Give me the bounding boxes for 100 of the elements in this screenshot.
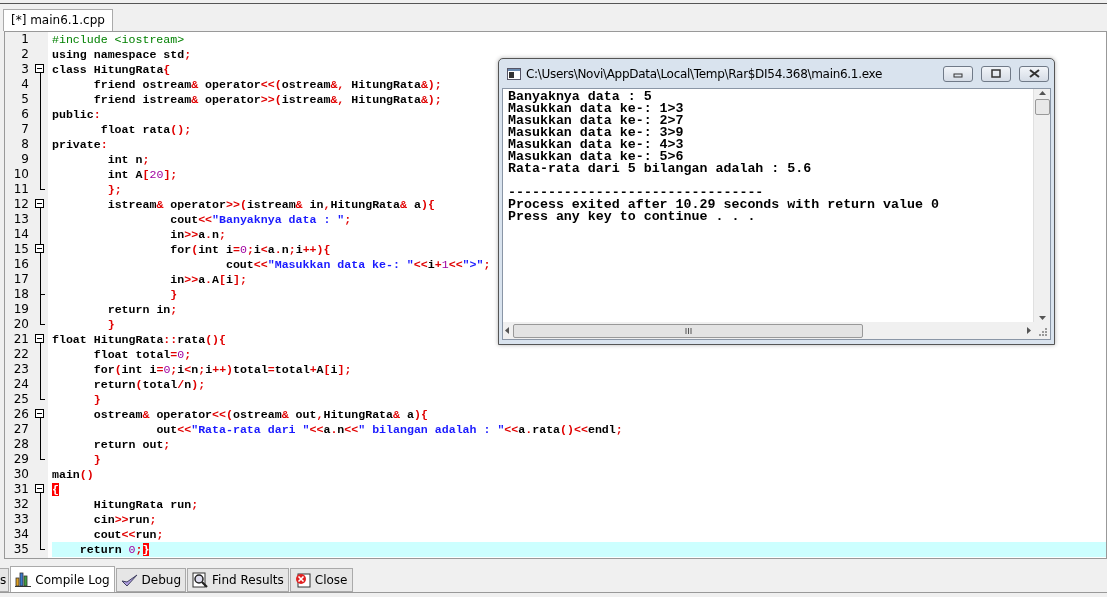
close-button[interactable]	[1019, 65, 1049, 82]
code-line: cout<<"Banyaknya data : ";	[169, 212, 352, 227]
code-line: float total=0;	[92, 347, 192, 362]
line-number: 25	[12, 392, 30, 407]
line-number: 16	[12, 257, 30, 272]
line-number: 35	[12, 542, 30, 557]
scroll-thumb[interactable]	[513, 323, 863, 338]
code-line: friend ostream& operator<<(ostream&, HitungRata&);	[92, 77, 442, 92]
panel-tab[interactable]: Close	[289, 568, 353, 592]
console-app-icon	[507, 67, 521, 80]
line-number: 5	[20, 92, 30, 107]
code-line: cin>>run;	[92, 512, 157, 527]
code-line: for(int i=0;i<n;i++)total=total+A[i];	[92, 362, 352, 377]
console-output-line: Masukkan data ke-: 2>7	[508, 115, 685, 127]
code-line: main()	[52, 467, 94, 482]
code-line: };	[106, 182, 122, 197]
panel-tab[interactable]: Debug	[115, 568, 187, 592]
line-number: 31	[12, 482, 30, 497]
scroll-thumb[interactable]	[1034, 99, 1050, 115]
close-icon	[1028, 69, 1040, 78]
close-icon	[294, 572, 311, 588]
code-line: }	[169, 287, 178, 302]
code-line: #include <iostream>	[52, 32, 185, 47]
code-line: float rata();	[99, 122, 192, 137]
line-number: 21	[12, 332, 30, 347]
console-output-line: Rata-rata dari 5 bilangan adalah : 5.6	[508, 163, 813, 175]
console-output-line: --------------------------------	[508, 187, 764, 199]
console-output-line: Process exited after 10.29 seconds with return value 0	[508, 199, 940, 211]
fold-toggle-icon[interactable]	[35, 484, 44, 493]
maximize-icon	[991, 69, 1001, 78]
line-number: 12	[12, 197, 30, 212]
code-line: return out;	[92, 437, 171, 452]
code-line: public:	[52, 107, 101, 122]
console-output-line: Press any key to continue . . .	[508, 211, 757, 223]
line-number: 11	[12, 182, 30, 197]
line-number: 22	[12, 347, 30, 362]
line-number: 3	[20, 62, 30, 77]
panel-tab[interactable]: Compile Log	[10, 566, 115, 592]
console-output-line: Masukkan data ke-: 3>9	[508, 127, 685, 139]
maximize-button[interactable]	[981, 65, 1011, 82]
line-number: 13	[12, 212, 30, 227]
line-number: 10	[12, 167, 30, 182]
code-line: private:	[52, 137, 108, 152]
line-number: 29	[12, 452, 30, 467]
horizontal-scrollbar[interactable]	[503, 322, 1033, 339]
code-line: in>>a.A[i];	[169, 272, 247, 287]
line-number: 27	[12, 422, 30, 437]
bar-chart-icon	[15, 572, 32, 587]
minimize-button[interactable]	[943, 65, 973, 82]
magnifier-icon	[192, 572, 209, 588]
line-number: 33	[12, 512, 30, 527]
fold-toggle-icon[interactable]	[35, 64, 44, 73]
code-line: istream& operator>>(istream& in,HitungRata& a){	[106, 197, 435, 212]
code-line: int n;	[106, 152, 150, 167]
code-line: for(int i=0;i<a.n;i++){	[169, 242, 331, 257]
code-line: return(total/n);	[92, 377, 206, 392]
code-line: cout<<run;	[92, 527, 164, 542]
fold-toggle-icon[interactable]	[35, 199, 44, 208]
line-number: 6	[20, 107, 30, 122]
fold-toggle-icon[interactable]	[35, 334, 44, 343]
panel-tab[interactable]: Find Results	[187, 568, 289, 592]
console-output-line: Masukkan data ke-: 5>6	[508, 151, 684, 163]
scroll-up-icon[interactable]	[1037, 89, 1047, 97]
line-number: 20	[12, 317, 30, 332]
code-line: class HitungRata{	[52, 62, 171, 77]
window-title: C:\Users\Novi\AppData\Local\Temp\Rar$DI54.368\main6.1.exe	[526, 66, 884, 81]
line-number: 2	[20, 47, 30, 62]
code-line: HitungRata run;	[92, 497, 199, 512]
line-number: 19	[12, 302, 30, 317]
panel-tab[interactable]: s	[0, 568, 10, 592]
code-line: friend istream& operator>>(istream&, HitungRata&);	[92, 92, 442, 107]
code-line: int A[20];	[106, 167, 178, 182]
code-line: cout<<"Masukkan data ke-: "<<i+1<<">";	[224, 257, 491, 272]
code-line: using namespace std;	[52, 47, 192, 62]
code-line: ostream& operator<<(ostream& out,HitungRata& a){	[92, 407, 428, 422]
line-number: 17	[12, 272, 30, 287]
console-output-line: Masukkan data ke-: 4>3	[508, 139, 685, 151]
fold-toggle-icon[interactable]	[35, 409, 44, 418]
line-number: 30	[12, 467, 30, 482]
code-line: }	[106, 317, 115, 332]
vertical-scrollbar[interactable]	[1033, 89, 1050, 322]
line-number: 8	[20, 137, 30, 152]
code-line: return in;	[106, 302, 178, 317]
size-grip-icon[interactable]	[1036, 325, 1048, 337]
line-number: 23	[12, 362, 30, 377]
fold-toggle-icon[interactable]	[35, 244, 44, 253]
line-number: 4	[20, 77, 30, 92]
line-number: 1	[20, 32, 30, 47]
scroll-left-icon[interactable]	[503, 326, 511, 335]
line-number: 15	[12, 242, 30, 257]
console-output-line: Masukkan data ke-: 1>3	[508, 103, 685, 115]
code-line: float HitungRata::rata(){	[52, 332, 227, 347]
code-line: }	[92, 452, 101, 467]
line-number: 14	[12, 227, 30, 242]
line-number: 26	[12, 407, 30, 422]
file-tab[interactable]: [*] main6.1.cpp	[3, 9, 113, 31]
line-number: 7	[20, 122, 30, 137]
line-number: 9	[20, 152, 30, 167]
code-line: out<<"Rata-rata dari "<<a.n<<" bilangan adalah : "<<a.rata()<<endl;	[155, 422, 623, 437]
line-number: 24	[12, 377, 30, 392]
